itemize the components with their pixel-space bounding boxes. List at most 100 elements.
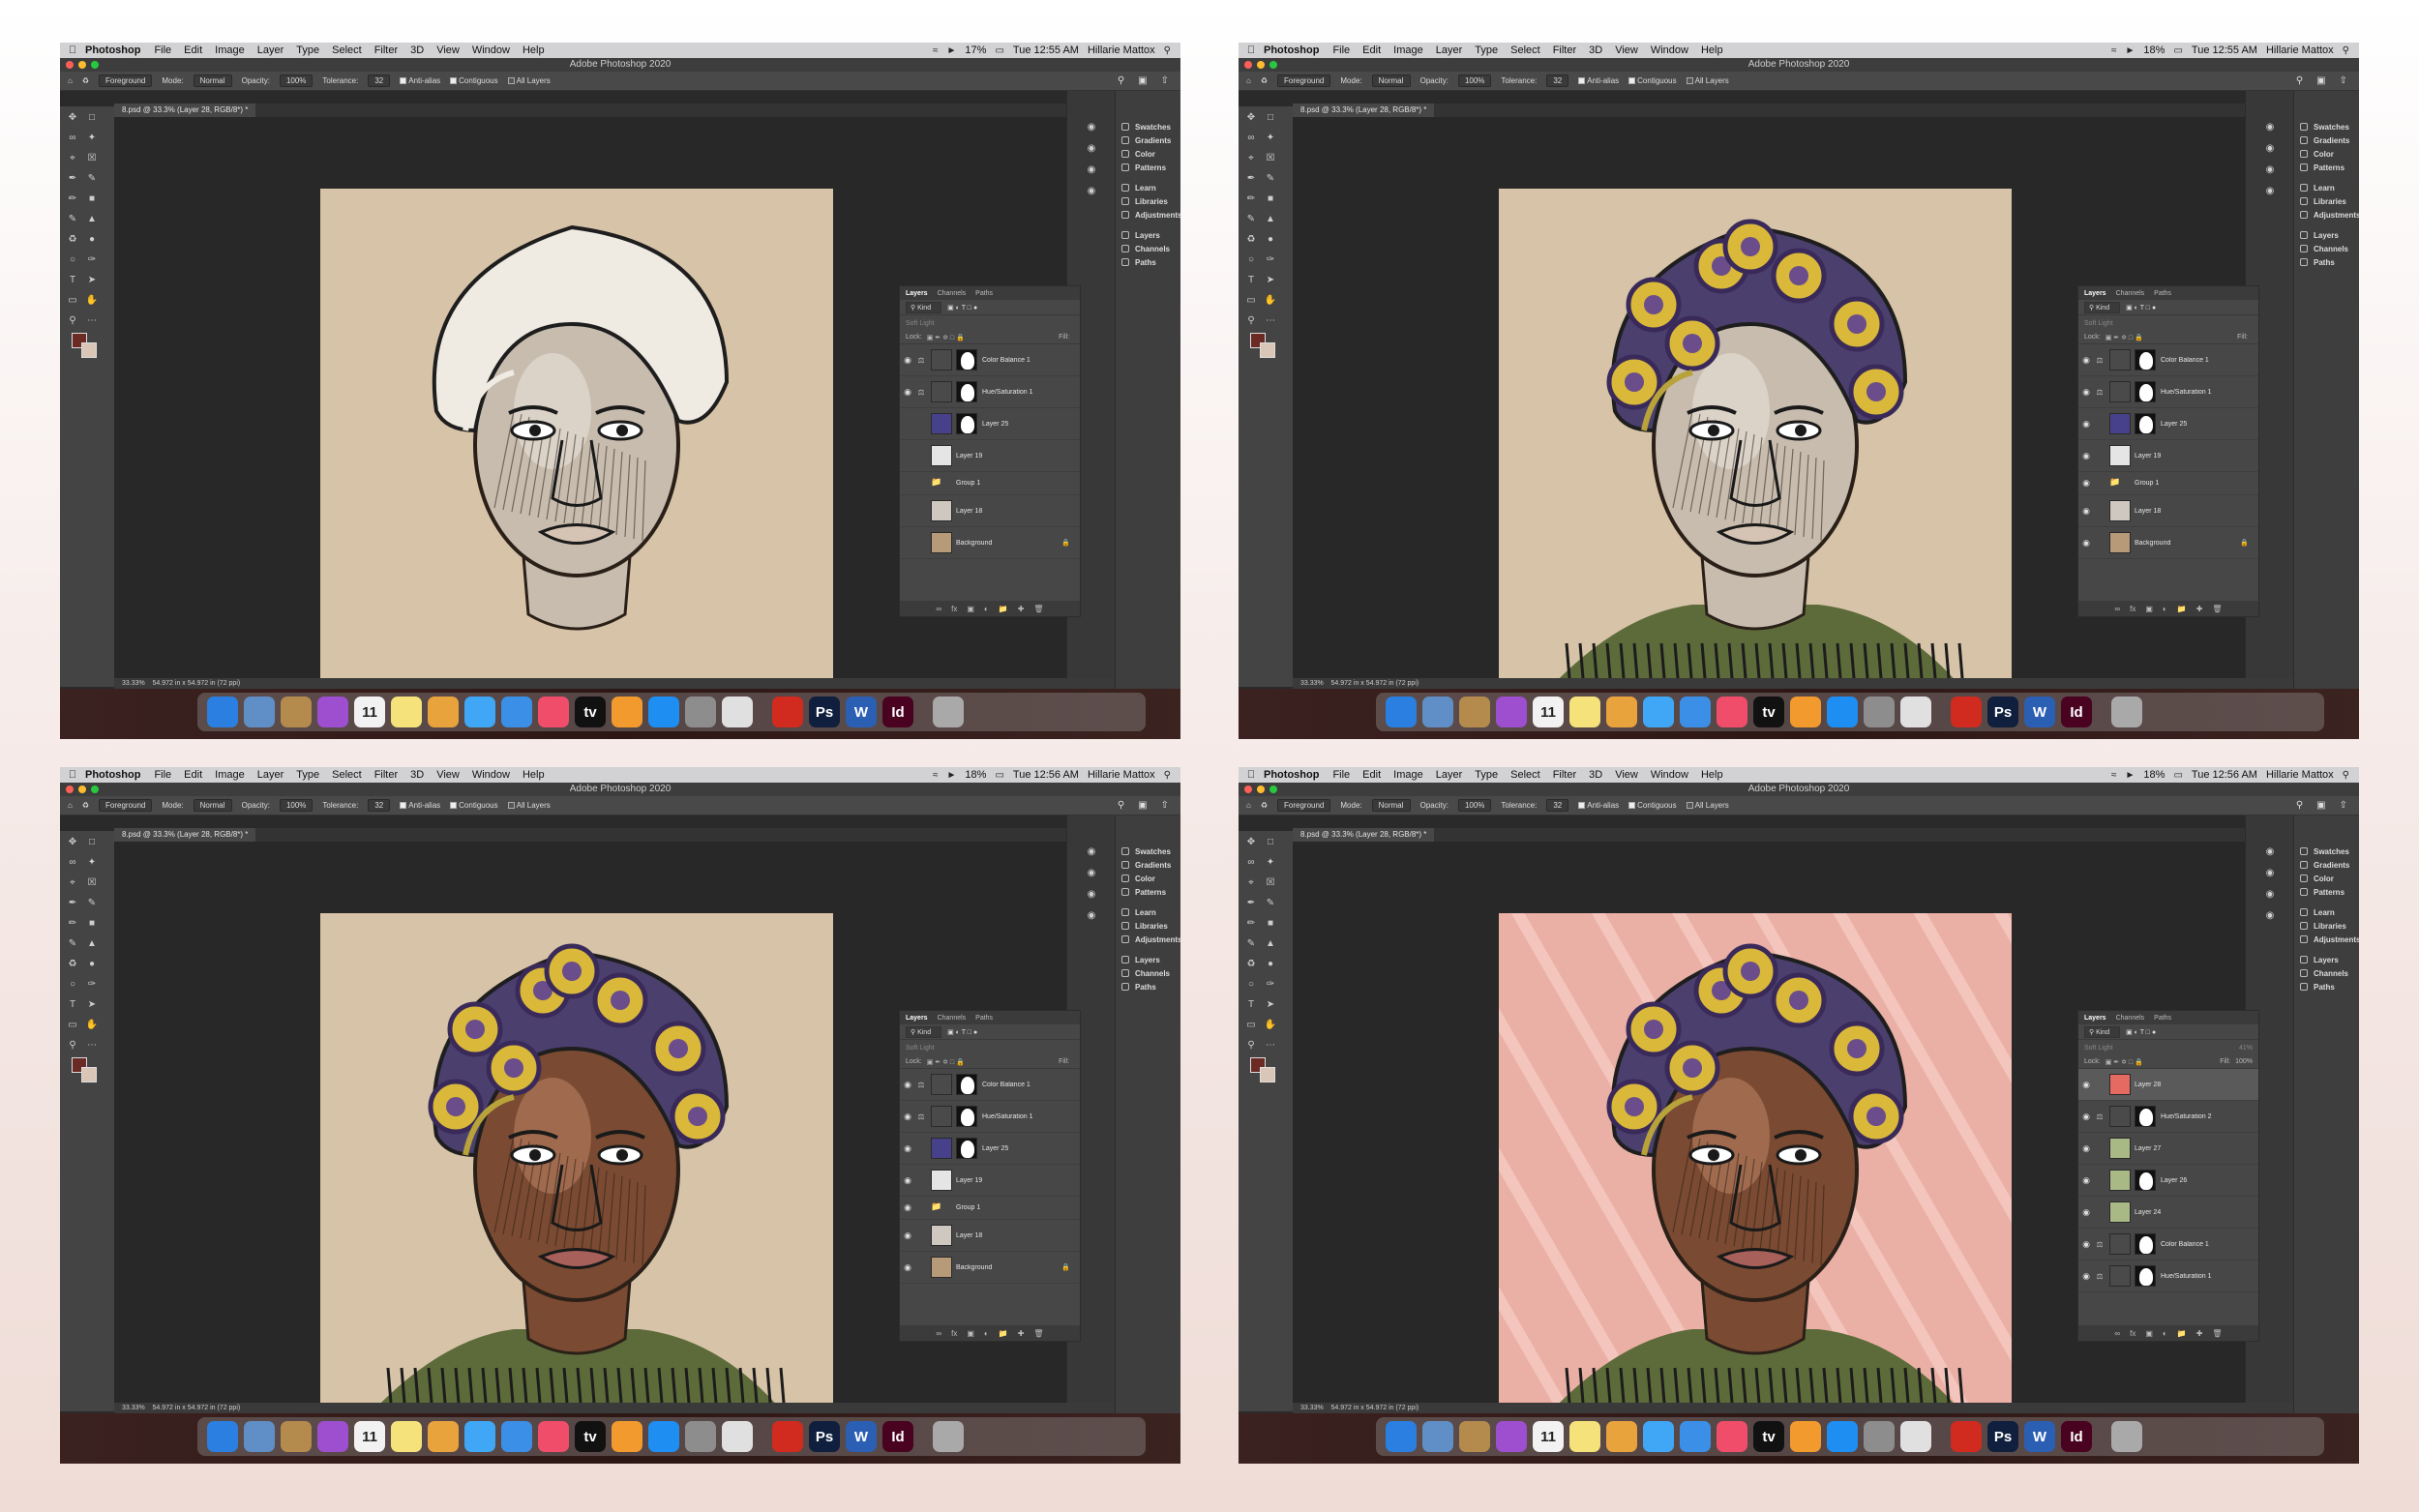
indesign-icon[interactable]: Id [2061, 1421, 2092, 1452]
magic-wand-icon[interactable]: ✦ [1262, 131, 1279, 146]
contiguous-checkbox[interactable]: Contiguous [450, 801, 498, 810]
battery-icon[interactable]: ▭ [2173, 45, 2182, 56]
blend-mode-dropdown[interactable]: Soft Light [906, 1045, 935, 1052]
calendar-icon[interactable]: 11 [354, 697, 385, 727]
stamp-tool-icon[interactable]: ■ [83, 916, 101, 932]
music-icon[interactable] [1717, 697, 1747, 727]
layer-name[interactable]: Hue/Saturation 1 [2161, 389, 2258, 396]
history-brush-icon[interactable]: ✎ [1242, 936, 1260, 952]
volume-icon[interactable]: ► [2126, 770, 2135, 781]
frame-tool-icon[interactable]: ☒ [1262, 875, 1279, 891]
layer-row[interactable]: ◉ ⚖ Hue/Saturation 1 [900, 376, 1080, 408]
layer-row[interactable]: ◉ Background 🔒 [900, 1252, 1080, 1284]
layer-name[interactable]: Layer 26 [2161, 1177, 2258, 1184]
stamp-tool-icon[interactable]: ■ [1262, 192, 1279, 207]
search-icon[interactable]: ⚲ [1118, 75, 1124, 86]
hand-tool-icon[interactable]: ✋ [83, 1018, 101, 1033]
dodge-tool-icon[interactable]: ○ [1242, 252, 1260, 268]
settings-icon[interactable] [1864, 697, 1895, 727]
trash-icon[interactable] [933, 697, 964, 727]
visibility-eye-icon[interactable]: ◉ [900, 1112, 915, 1122]
photos-icon[interactable] [428, 697, 459, 727]
blur-tool-icon[interactable]: ● [83, 232, 101, 248]
acrobat-icon[interactable] [772, 697, 803, 727]
menu-item-help[interactable]: Help [1701, 44, 1723, 56]
background-color-swatch[interactable] [81, 342, 97, 358]
fill-source-dropdown[interactable]: Foreground [99, 799, 153, 812]
dock-panel-color[interactable]: Color [2300, 872, 2334, 885]
layer-row[interactable]: Background 🔒 [900, 527, 1080, 559]
messages-icon[interactable] [1643, 1421, 1674, 1452]
dock-panel-swatches[interactable]: Swatches [2300, 120, 2349, 133]
adjustment-layer-icon[interactable]: ◐ [984, 605, 989, 613]
spotlight-icon[interactable]: ⚲ [2343, 770, 2349, 781]
anti-alias-checkbox[interactable]: Anti-alias [1578, 801, 1619, 810]
workspace-icon[interactable]: ▣ [1138, 75, 1147, 86]
menu-item-view[interactable]: View [436, 44, 460, 56]
menu-app-name[interactable]: Photoshop [1264, 769, 1319, 781]
dock-panel-patterns[interactable]: Patterns [1121, 885, 1166, 899]
acrobat-icon[interactable] [772, 1421, 803, 1452]
paint-bucket-tool-icon[interactable]: ♻ [64, 232, 81, 248]
podcasts-icon[interactable] [317, 1421, 348, 1452]
layer-name[interactable]: Layer 18 [2135, 508, 2258, 515]
new-group-icon[interactable]: 📁 [999, 1329, 1008, 1338]
paint-bucket-icon[interactable]: ♻ [82, 76, 89, 85]
paint-bucket-tool-icon[interactable]: ♻ [1242, 232, 1260, 248]
tab-layers[interactable]: Layers [2084, 1015, 2106, 1022]
layer-name[interactable]: Hue/Saturation 2 [2161, 1113, 2258, 1120]
all-layers-checkbox[interactable]: All Layers [1686, 801, 1729, 810]
volume-icon[interactable]: ► [947, 45, 957, 56]
eraser-icon[interactable]: ▲ [83, 212, 101, 227]
safari-icon[interactable] [1680, 1421, 1711, 1452]
trash-icon[interactable]: 🗑 [1033, 605, 1043, 613]
menu-item-window[interactable]: Window [472, 769, 510, 781]
visibility-eye-icon[interactable]: ◉ [2078, 1239, 2094, 1250]
battery-icon[interactable]: ▭ [995, 770, 1003, 781]
document-canvas[interactable] [1499, 913, 2012, 1426]
healing-brush-icon[interactable]: ✎ [83, 896, 101, 911]
home-icon[interactable]: ⌂ [1246, 76, 1251, 85]
layer-list[interactable]: ◉ ⚖ Color Balance 1 ◉ ⚖ Hue/Saturation 1 ◉ Laye… [900, 1069, 1080, 1284]
dock-panel-swatches[interactable]: Swatches [1121, 845, 1171, 858]
opacity-field[interactable]: 100% [1457, 799, 1492, 812]
mode-dropdown[interactable]: Normal [1371, 74, 1411, 87]
info-icon[interactable]: ◉ [2261, 845, 2279, 860]
menubar-clock[interactable]: Tue 12:55 AM [2192, 44, 2257, 56]
path-select-icon[interactable]: ➤ [83, 273, 101, 288]
dock-panel-paths[interactable]: Paths [2300, 255, 2335, 269]
layer-row[interactable]: ◉ Layer 18 [2078, 495, 2258, 527]
layer-row[interactable]: ◉ Layer 24 [2078, 1197, 2258, 1229]
dock-panel-paths[interactable]: Paths [2300, 980, 2335, 993]
visibility-eye-icon[interactable]: ◉ [2078, 1143, 2094, 1154]
wifi-icon[interactable]: ≈ [2111, 770, 2117, 781]
home-icon[interactable]: ⌂ [1246, 801, 1251, 810]
layer-name[interactable]: Group 1 [2135, 480, 2258, 487]
eyedropper-icon[interactable]: ✒ [1242, 896, 1260, 911]
hand-tool-icon[interactable]: ✋ [83, 293, 101, 309]
podcasts-icon[interactable] [1496, 697, 1527, 727]
layer-filter-kind[interactable]: ⚲ Kind [2084, 1025, 2121, 1038]
volume-icon[interactable]: ► [2126, 45, 2135, 56]
history-brush-icon[interactable]: ✎ [64, 212, 81, 227]
layer-name[interactable]: Layer 25 [982, 421, 1080, 428]
shape-tool-icon[interactable]: ▭ [1242, 1018, 1260, 1033]
layer-mask-thumbnail[interactable] [2135, 1106, 2156, 1127]
marquee-tool-icon[interactable]: □ [83, 835, 101, 850]
visibility-eye-icon[interactable]: ◉ [900, 1175, 915, 1186]
menu-item-filter[interactable]: Filter [1553, 44, 1576, 56]
dodge-tool-icon[interactable]: ○ [64, 977, 81, 993]
layer-name[interactable]: Color Balance 1 [2161, 357, 2258, 364]
visibility-eye-icon[interactable]: ◉ [2078, 478, 2094, 489]
layer-mask-thumbnail[interactable] [2135, 1233, 2156, 1255]
appstore-icon[interactable] [648, 697, 679, 727]
eraser-icon[interactable]: ▲ [1262, 212, 1279, 227]
paint-bucket-icon[interactable]: ♻ [82, 801, 89, 810]
tolerance-field[interactable]: 32 [1546, 799, 1569, 812]
layer-row[interactable]: ◉ Layer 28 [2078, 1069, 2258, 1101]
dock-panel-adjustments[interactable]: Adjustments [1121, 933, 1180, 946]
music-icon[interactable] [1717, 1421, 1747, 1452]
dock-panel-adjustments[interactable]: Adjustments [1121, 208, 1180, 222]
layer-row[interactable]: ◉ ⚖ Color Balance 1 [900, 344, 1080, 376]
brush-tool-icon[interactable]: ✏ [64, 916, 81, 932]
